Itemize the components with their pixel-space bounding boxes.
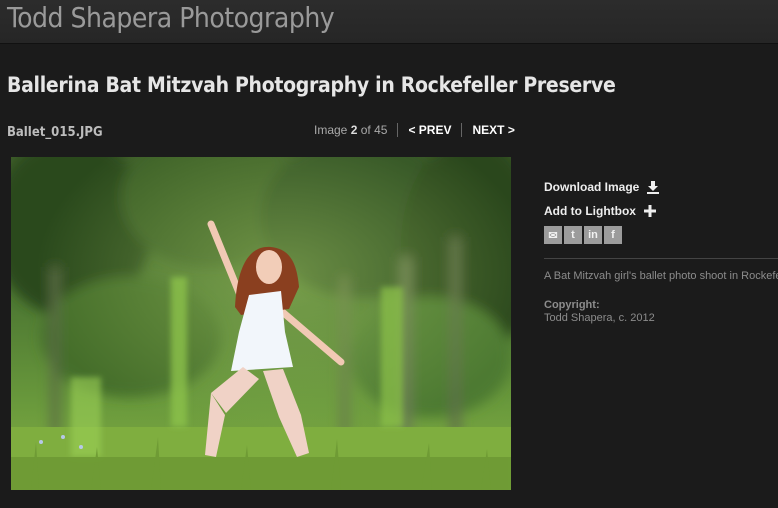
download-image-label: Download Image: [544, 180, 640, 194]
prev-button[interactable]: < PREV: [408, 123, 451, 137]
plus-icon: [643, 205, 656, 217]
image-pager: Image 2 of 45 < PREV NEXT >: [314, 123, 515, 137]
pager-divider: [461, 123, 463, 137]
share-buttons: ✉ t in f: [544, 226, 778, 244]
image-caption: A Bat Mitzvah girl's ballet photo shoot …: [544, 270, 778, 282]
image-word: Image: [314, 123, 348, 137]
page-title: Ballerina Bat Mitzvah Photography in Roc…: [7, 73, 616, 97]
download-image-link[interactable]: Download Image: [544, 178, 778, 196]
copyright-value: Todd Shapera, c. 2012: [544, 312, 655, 324]
site-header: Todd Shapera Photography: [0, 0, 778, 44]
email-icon[interactable]: ✉: [544, 226, 562, 244]
add-to-lightbox-label: Add to Lightbox: [544, 204, 636, 218]
facebook-icon[interactable]: f: [604, 226, 622, 244]
total-images: 45: [374, 123, 388, 137]
pager-divider: [397, 123, 399, 137]
add-to-lightbox-link[interactable]: Add to Lightbox: [544, 202, 778, 220]
of-word: of: [360, 123, 371, 137]
next-button[interactable]: NEXT >: [472, 123, 514, 137]
main-photo[interactable]: [11, 157, 511, 490]
sidebar-divider: [544, 258, 778, 259]
image-filename: Ballet_015.JPG: [7, 125, 103, 140]
linkedin-icon[interactable]: in: [584, 226, 602, 244]
twitter-icon[interactable]: t: [564, 226, 582, 244]
ballerina-photo: [11, 157, 511, 490]
copyright-label: Copyright:: [544, 299, 600, 311]
download-icon: [647, 181, 660, 194]
image-sidebar: Download Image Add to Lightbox ✉ t in f …: [544, 178, 778, 324]
site-title[interactable]: Todd Shapera Photography: [7, 1, 335, 34]
image-counter: Image 2 of 45: [314, 123, 387, 137]
current-image-number: 2: [350, 123, 358, 137]
